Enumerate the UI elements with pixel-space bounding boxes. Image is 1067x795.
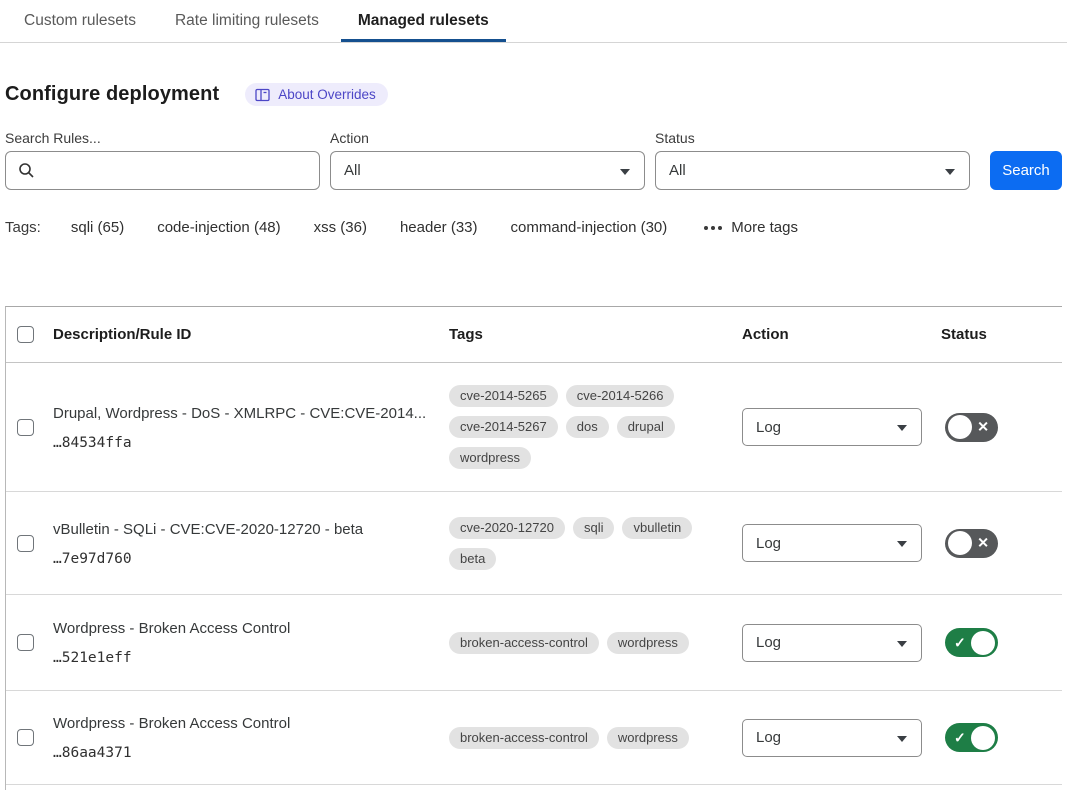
tag-filter-item[interactable]: command-injection (30) xyxy=(511,219,668,236)
rule-tag-pill: wordpress xyxy=(449,447,531,469)
rule-tag-pill: drupal xyxy=(617,416,675,438)
toggle-state-icon: ✕ xyxy=(977,420,989,434)
rule-tag-pill: wordpress xyxy=(607,727,689,749)
toggle-knob xyxy=(948,415,972,439)
tag-filter-item[interactable]: header (33) xyxy=(400,219,478,236)
rule-status-toggle[interactable]: ✕ xyxy=(945,413,998,442)
table-header-row: Description/Rule ID Tags Action Status xyxy=(6,307,1062,363)
toggle-knob xyxy=(948,531,972,555)
tag-filter-item[interactable]: xss (36) xyxy=(314,219,367,236)
rule-action-value: Log xyxy=(756,535,781,552)
rule-id: …84534ffa xyxy=(53,435,449,451)
rule-description: Drupal, Wordpress - DoS - XMLRPC - CVE:C… xyxy=(53,404,449,424)
rule-tag-pill: cve-2014-5265 xyxy=(449,385,558,407)
tags-bar-label: Tags: xyxy=(5,219,41,236)
rule-action-select[interactable]: Log xyxy=(742,624,922,662)
action-filter-value: All xyxy=(344,162,361,179)
search-icon xyxy=(18,162,35,183)
rule-tags: broken-access-control wordpress xyxy=(449,727,717,749)
rule-id: …86aa4371 xyxy=(53,745,449,761)
rule-tag-pill: beta xyxy=(449,548,496,570)
column-header-description: Description/Rule ID xyxy=(53,326,449,343)
row-checkbox[interactable] xyxy=(17,419,34,436)
row-checkbox[interactable] xyxy=(17,729,34,746)
rule-tag-pill: broken-access-control xyxy=(449,632,599,654)
status-filter-value: All xyxy=(669,162,686,179)
rule-tag-pill: cve-2020-12720 xyxy=(449,517,565,539)
tag-filter-item[interactable]: code-injection (48) xyxy=(157,219,280,236)
rule-tags: cve-2020-12720 sqli vbulletin beta xyxy=(449,517,717,570)
column-header-tags: Tags xyxy=(449,326,742,343)
rule-tags: cve-2014-5265 cve-2014-5266 cve-2014-5267 d… xyxy=(449,385,717,469)
about-overrides-badge[interactable]: About Overrides xyxy=(245,83,388,106)
table-row: Wordpress - Broken Access Control …86aa4… xyxy=(6,691,1062,785)
toggle-knob xyxy=(971,726,995,750)
rule-status-toggle[interactable]: ✓ xyxy=(945,723,998,752)
rule-tag-pill: dos xyxy=(566,416,609,438)
ruleset-tabbar: Custom rulesetsRate limiting rulesetsMan… xyxy=(0,0,1067,43)
status-filter-label: Status xyxy=(655,130,970,146)
rule-action-select[interactable]: Log xyxy=(742,524,922,562)
rule-description: vBulletin - SQLi - CVE:CVE-2020-12720 - … xyxy=(53,520,449,540)
search-rules-input-wrap xyxy=(5,151,320,190)
status-filter-select[interactable]: All xyxy=(655,151,970,190)
rule-tag-pill: cve-2014-5266 xyxy=(566,385,675,407)
select-all-checkbox[interactable] xyxy=(17,326,34,343)
tab-custom-rulesets[interactable]: Custom rulesets xyxy=(7,0,153,42)
chevron-down-icon xyxy=(945,169,955,175)
rule-tags: broken-access-control wordpress xyxy=(449,632,717,654)
rule-tag-pill: vbulletin xyxy=(622,517,692,539)
chevron-down-icon xyxy=(620,169,630,175)
rule-description: Wordpress - Broken Access Control xyxy=(53,619,449,639)
tab-rate-limiting-rulesets[interactable]: Rate limiting rulesets xyxy=(158,0,336,42)
managed-rules-table: Description/Rule ID Tags Action Status D… xyxy=(5,306,1062,785)
more-tags-button[interactable]: More tags xyxy=(704,219,798,236)
rule-status-toggle[interactable]: ✓ xyxy=(945,628,998,657)
column-header-action: Action xyxy=(742,326,941,343)
tags-bar: Tags: sqli (65) code-injection (48) xss (3… xyxy=(5,219,1062,236)
book-icon xyxy=(255,88,270,102)
chevron-down-icon xyxy=(897,541,907,547)
rule-description: Wordpress - Broken Access Control xyxy=(53,714,449,734)
tag-filter-item[interactable]: sqli (65) xyxy=(71,219,124,236)
rule-id: …7e97d760 xyxy=(53,551,449,567)
toggle-state-icon: ✓ xyxy=(954,635,966,649)
chevron-down-icon xyxy=(897,425,907,431)
toggle-knob xyxy=(971,631,995,655)
table-row: vBulletin - SQLi - CVE:CVE-2020-12720 - … xyxy=(6,492,1062,595)
toggle-state-icon: ✓ xyxy=(954,730,966,744)
rule-status-toggle[interactable]: ✕ xyxy=(945,529,998,558)
chevron-down-icon xyxy=(897,641,907,647)
filters-row: Search Rules... Action All Status xyxy=(5,130,1062,190)
rule-tag-pill: broken-access-control xyxy=(449,727,599,749)
about-overrides-label: About Overrides xyxy=(278,87,376,102)
heading-row: Configure deployment About Overrides xyxy=(5,83,1062,106)
rule-id: …521e1eff xyxy=(53,650,449,666)
more-tags-label: More tags xyxy=(731,219,798,236)
toggle-state-icon: ✕ xyxy=(977,536,989,550)
action-filter-select[interactable]: All xyxy=(330,151,645,190)
rule-action-value: Log xyxy=(756,634,781,651)
page-title: Configure deployment xyxy=(5,83,219,106)
rule-tag-pill: wordpress xyxy=(607,632,689,654)
search-button[interactable]: Search xyxy=(990,151,1062,190)
rule-action-value: Log xyxy=(756,729,781,746)
search-rules-input[interactable] xyxy=(44,162,294,179)
table-row: Wordpress - Broken Access Control …521e1… xyxy=(6,595,1062,691)
next-row-cropped xyxy=(5,785,1062,790)
rule-action-select[interactable]: Log xyxy=(742,719,922,757)
table-row: Drupal, Wordpress - DoS - XMLRPC - CVE:C… xyxy=(6,363,1062,492)
tab-managed-rulesets[interactable]: Managed rulesets xyxy=(341,0,506,42)
rule-tag-pill: cve-2014-5267 xyxy=(449,416,558,438)
rule-tag-pill: sqli xyxy=(573,517,615,539)
rule-action-select[interactable]: Log xyxy=(742,408,922,446)
ellipsis-icon xyxy=(704,226,722,230)
rule-action-value: Log xyxy=(756,419,781,436)
chevron-down-icon xyxy=(897,736,907,742)
column-header-status: Status xyxy=(941,326,1062,343)
action-filter-label: Action xyxy=(330,130,645,146)
row-checkbox[interactable] xyxy=(17,634,34,651)
search-rules-label: Search Rules... xyxy=(5,130,320,146)
row-checkbox[interactable] xyxy=(17,535,34,552)
